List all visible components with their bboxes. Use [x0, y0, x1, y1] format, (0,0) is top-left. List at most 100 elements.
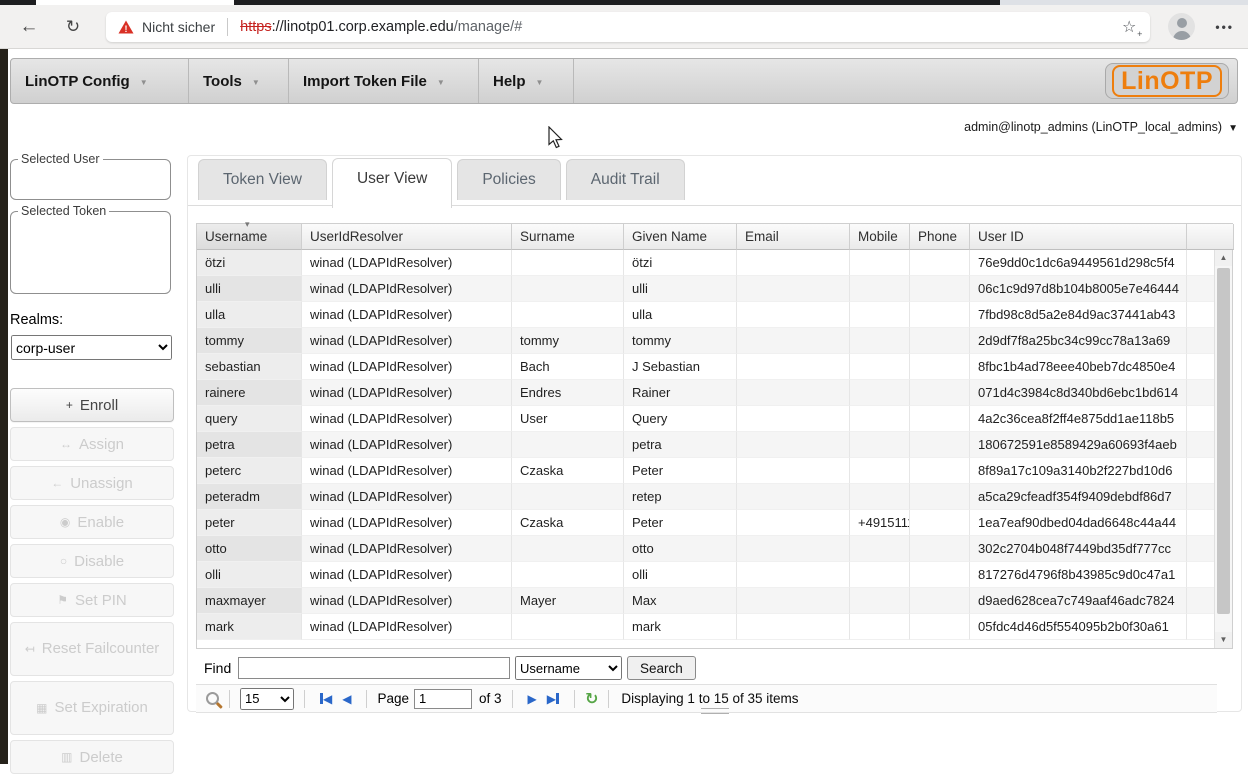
cell-user_id: 1ea7eaf90dbed04dad6648c44a44: [970, 510, 1187, 536]
cell-resolver: winad (LDAPIdResolver): [302, 250, 512, 276]
cell-username: tommy: [197, 328, 302, 354]
search-button[interactable]: Search: [627, 656, 696, 680]
url-host: ://linotp01.corp.example.edu: [272, 19, 454, 35]
cell-surname: [512, 484, 624, 510]
menu-help[interactable]: Help▼: [479, 59, 574, 103]
disable-button[interactable]: ○Disable: [10, 544, 174, 578]
table-row[interactable]: ulliwinad (LDAPIdResolver)ulli06c1c9d97d…: [197, 276, 1232, 302]
find-input[interactable]: [238, 657, 510, 679]
set-pin-button[interactable]: ⚑Set PIN: [10, 583, 174, 617]
sort-icon: ▾: [245, 220, 250, 229]
cell-resolver: winad (LDAPIdResolver): [302, 302, 512, 328]
cell-user_id: d9aed628cea7c749aaf46adc7824: [970, 588, 1187, 614]
table-row[interactable]: tommywinad (LDAPIdResolver)tommytommy2d9…: [197, 328, 1232, 354]
user-table: Username▾UserIdResolverSurnameGiven Name…: [196, 223, 1233, 649]
scroll-up-icon[interactable]: ▲: [1215, 250, 1232, 266]
table-row[interactable]: peteradmwinad (LDAPIdResolver)retepa5ca2…: [197, 484, 1232, 510]
table-row[interactable]: ottowinad (LDAPIdResolver)otto302c2704b0…: [197, 536, 1232, 562]
column-header-useridresolver[interactable]: UserIdResolver: [302, 224, 512, 250]
enroll-button[interactable]: +Enroll: [10, 388, 174, 422]
last-page-icon[interactable]: ▶: [547, 692, 559, 706]
cell-username: ötzi: [197, 250, 302, 276]
table-row[interactable]: petercwinad (LDAPIdResolver)CzaskaPeter8…: [197, 458, 1232, 484]
resize-grip[interactable]: [701, 708, 729, 714]
column-header-username[interactable]: Username▾: [197, 224, 302, 250]
column-header-phone[interactable]: Phone: [910, 224, 970, 250]
tab-audit-trail[interactable]: Audit Trail: [566, 159, 685, 200]
linotp-manage-page: { "browser": { "security_label": "Nicht …: [0, 0, 1248, 764]
next-page-icon[interactable]: ▶: [528, 692, 537, 706]
pager-separator: [366, 690, 367, 708]
cell-mobile: [850, 432, 910, 458]
cell-surname: Bach: [512, 354, 624, 380]
menu-tools[interactable]: Tools▼: [189, 59, 289, 103]
column-header-empty[interactable]: [1187, 224, 1234, 250]
delete-button[interactable]: ▥Delete: [10, 740, 174, 774]
table-row[interactable]: maxmayerwinad (LDAPIdResolver)MayerMaxd9…: [197, 588, 1232, 614]
table-row[interactable]: ullawinad (LDAPIdResolver)ulla7fbd98c8d5…: [197, 302, 1232, 328]
table-row[interactable]: peterwinad (LDAPIdResolver)CzaskaPeter+4…: [197, 510, 1232, 536]
cell-filler: [1187, 458, 1215, 484]
cell-resolver: winad (LDAPIdResolver): [302, 380, 512, 406]
column-header-user-id[interactable]: User ID: [970, 224, 1187, 250]
tab-token-view[interactable]: Token View: [198, 159, 327, 200]
menu-import-token-file[interactable]: Import Token File▼: [289, 59, 479, 103]
bookmark-star-icon[interactable]: ☆: [1122, 17, 1138, 37]
cell-mobile: [850, 536, 910, 562]
cell-username: olli: [197, 562, 302, 588]
cell-phone: [910, 562, 970, 588]
first-page-icon[interactable]: ◀: [320, 692, 332, 706]
button-label: Delete: [79, 749, 122, 766]
table-row[interactable]: ötziwinad (LDAPIdResolver)ötzi76e9dd0c1d…: [197, 250, 1232, 276]
browser-menu-icon[interactable]: •••: [1215, 20, 1234, 34]
cell-resolver: winad (LDAPIdResolver): [302, 432, 512, 458]
column-header-email[interactable]: Email: [737, 224, 850, 250]
unassign-button[interactable]: ←Unassign: [10, 466, 174, 500]
tab-bar: Token View User View Policies Audit Trai…: [198, 158, 685, 208]
pager-separator: [229, 690, 230, 708]
column-header-mobile[interactable]: Mobile: [850, 224, 910, 250]
column-header-surname[interactable]: Surname: [512, 224, 624, 250]
table-row[interactable]: rainerewinad (LDAPIdResolver)EndresRaine…: [197, 380, 1232, 406]
realm-select[interactable]: corp-user: [11, 335, 172, 360]
session-user-menu[interactable]: admin@linotp_admins (LinOTP_local_admins…: [964, 120, 1238, 134]
tab-policies[interactable]: Policies: [457, 159, 560, 200]
user-table-body: ötziwinad (LDAPIdResolver)ötzi76e9dd0c1d…: [197, 250, 1232, 648]
cell-username: rainere: [197, 380, 302, 406]
cell-surname: Mayer: [512, 588, 624, 614]
reset-failcounter-button[interactable]: ↤Reset Failcounter: [10, 622, 174, 676]
refresh-icon[interactable]: ↻: [585, 689, 598, 709]
scroll-down-icon[interactable]: ▼: [1215, 632, 1232, 648]
set-expiration-button[interactable]: ▦Set Expiration: [10, 681, 174, 735]
back-icon[interactable]: ←: [16, 16, 42, 38]
page-size-select[interactable]: 15: [240, 688, 294, 710]
cell-resolver: winad (LDAPIdResolver): [302, 510, 512, 536]
table-row[interactable]: petrawinad (LDAPIdResolver)petra18067259…: [197, 432, 1232, 458]
cell-email: [737, 432, 850, 458]
browser-profile-avatar[interactable]: [1168, 13, 1195, 40]
pin-icon: ⚑: [57, 594, 68, 606]
assign-button[interactable]: ↔Assign: [10, 427, 174, 461]
table-row[interactable]: markwinad (LDAPIdResolver)mark05fdc4d46d…: [197, 614, 1232, 640]
cell-phone: [910, 250, 970, 276]
reload-icon[interactable]: ↻: [60, 17, 86, 37]
menu-linotp-config[interactable]: LinOTP Config▼: [11, 59, 189, 103]
table-row[interactable]: olliwinad (LDAPIdResolver)olli817276d479…: [197, 562, 1232, 588]
address-bar[interactable]: ! Nicht sicher https://linotp01.corp.exa…: [106, 12, 1150, 42]
scrollbar-thumb[interactable]: [1217, 268, 1230, 614]
column-header-given-name[interactable]: Given Name: [624, 224, 737, 250]
table-scrollbar[interactable]: ▲ ▼: [1214, 250, 1232, 648]
table-row[interactable]: querywinad (LDAPIdResolver)UserQuery4a2c…: [197, 406, 1232, 432]
menu-label: Help: [493, 73, 526, 90]
search-icon[interactable]: [206, 692, 219, 705]
cell-email: [737, 614, 850, 640]
tab-user-view[interactable]: User View: [332, 158, 452, 208]
enable-button[interactable]: ◉Enable: [10, 505, 174, 539]
page-input[interactable]: [414, 689, 472, 709]
table-row[interactable]: sebastianwinad (LDAPIdResolver)BachJ Seb…: [197, 354, 1232, 380]
search-field-select[interactable]: Username: [515, 656, 622, 680]
cell-mobile: [850, 406, 910, 432]
security-warning-label: Nicht sicher: [142, 19, 215, 35]
prev-page-icon[interactable]: ◀: [342, 692, 351, 706]
url-text[interactable]: https://linotp01.corp.example.edu/manage…: [240, 19, 1122, 35]
